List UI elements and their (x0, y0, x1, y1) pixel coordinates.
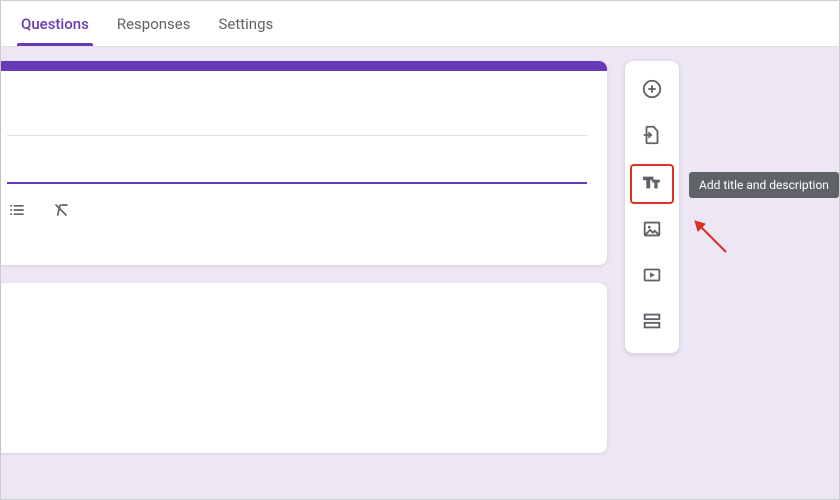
video-icon (641, 264, 663, 290)
add-question-button[interactable] (633, 72, 671, 110)
tab-questions[interactable]: Questions (21, 15, 89, 45)
section-icon (641, 310, 663, 336)
tab-responses[interactable]: Responses (117, 15, 191, 45)
image-icon (641, 218, 663, 244)
add-section-button[interactable] (633, 304, 671, 342)
add-image-button[interactable] (633, 212, 671, 250)
form-description-input-line[interactable] (7, 182, 587, 184)
import-file-icon (641, 124, 663, 150)
svg-text:T: T (644, 176, 653, 192)
title-text-icon: TT (641, 171, 663, 197)
side-toolbar: TT (625, 61, 679, 353)
import-questions-button[interactable] (633, 118, 671, 156)
form-tabs: Questions Responses Settings (1, 1, 839, 47)
question-card[interactable] (1, 283, 607, 453)
form-title-input-line[interactable] (7, 135, 587, 136)
add-video-button[interactable] (633, 258, 671, 296)
text-format-toolbar (7, 200, 587, 224)
form-canvas: TT Add title and description (1, 47, 839, 499)
svg-text:T: T (653, 180, 660, 191)
plus-circle-icon (641, 78, 663, 104)
clear-formatting-icon[interactable] (51, 200, 71, 224)
form-header-card[interactable] (1, 61, 607, 265)
tab-settings[interactable]: Settings (218, 15, 273, 45)
list-icon[interactable] (7, 200, 27, 224)
add-title-description-button[interactable]: TT (630, 164, 674, 204)
annotation-arrow (691, 217, 731, 257)
tooltip-add-title: Add title and description (689, 172, 839, 198)
